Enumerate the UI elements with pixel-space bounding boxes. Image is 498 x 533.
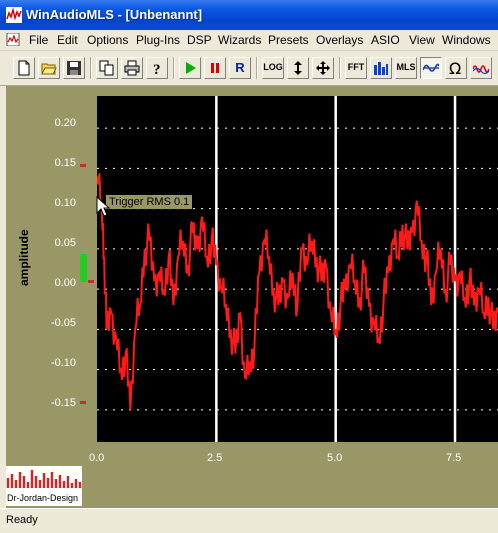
y-tick-label: 0.15 — [54, 157, 76, 169]
toolbar-separator — [256, 57, 258, 79]
help-question-icon: ? — [153, 62, 161, 76]
save-disk-icon — [67, 61, 81, 75]
menu-edit[interactable]: Edit — [57, 33, 78, 47]
menu-view[interactable]: View — [409, 33, 435, 47]
vertical-arrows-icon — [294, 61, 302, 75]
spectrum-button[interactable] — [370, 57, 392, 79]
client-area: amplitude 0.20 0.15 0.10 0.05 0.00 -0.05… — [0, 86, 498, 508]
x-tick-label: 5.0 — [327, 452, 343, 464]
menu-file[interactable]: File — [29, 33, 48, 47]
svg-text:?: ? — [153, 62, 161, 76]
y-tick-label: -0.10 — [50, 357, 76, 369]
y-tick-label: 0.05 — [54, 237, 76, 249]
menu-bar: File Edit Options Plug-Ins DSP Wizards P… — [0, 30, 498, 51]
menu-asio[interactable]: ASIO — [371, 33, 400, 47]
log-button[interactable]: LOG — [262, 57, 284, 79]
status-bar: Ready — [0, 508, 498, 533]
y-tick-label: 0.00 — [54, 277, 76, 289]
title-bar[interactable]: WinAudioMLS - [Unbenannt] — [0, 0, 498, 30]
distortion-button[interactable] — [470, 57, 492, 79]
menu-windows[interactable]: Windows — [442, 33, 491, 47]
y-tick-label: -0.15 — [50, 397, 76, 409]
pause-icon — [211, 63, 219, 73]
x-tick-label: 2.5 — [207, 452, 223, 464]
new-button[interactable] — [13, 57, 35, 79]
new-file-icon — [18, 60, 30, 76]
menu-plugins[interactable]: Plug-Ins — [136, 33, 180, 47]
waveform-icon — [423, 63, 439, 72]
waveform-chart — [93, 96, 498, 442]
window-frame — [0, 86, 6, 508]
menu-presets[interactable]: Presets — [268, 33, 309, 47]
impedance-button[interactable]: Ω — [445, 57, 467, 79]
level-meter — [80, 254, 87, 282]
move-arrows-icon — [316, 61, 330, 75]
copy-icon — [99, 60, 114, 76]
status-text: Ready — [6, 514, 38, 526]
logo-waveform-icon — [6, 470, 82, 488]
menu-dsp[interactable]: DSP — [187, 33, 212, 47]
trigger-marker-lower[interactable] — [80, 401, 86, 404]
fft-button[interactable]: FFT — [345, 57, 367, 79]
y-tick-label: 0.20 — [54, 117, 76, 129]
open-button[interactable] — [38, 57, 60, 79]
toolbar-separator — [90, 57, 92, 79]
trigger-annotation: Trigger RMS 0.1 — [106, 195, 193, 209]
toolbar: ? R LOG FFT MLS Ω — [0, 51, 498, 86]
spectrum-bars-icon — [374, 62, 388, 75]
y-tick-label: 0.10 — [54, 197, 76, 209]
y-tick-label: -0.05 — [50, 317, 76, 329]
menu-overlays[interactable]: Overlays — [316, 33, 363, 47]
menu-options[interactable]: Options — [87, 33, 128, 47]
mouse-cursor-icon — [96, 196, 110, 217]
oscilloscope-plot[interactable] — [93, 96, 498, 442]
trigger-marker-upper[interactable] — [80, 164, 86, 167]
log-label: LOG — [263, 62, 283, 72]
help-button[interactable]: ? — [146, 57, 168, 79]
record-button[interactable]: R — [229, 57, 251, 79]
svg-text:Ω: Ω — [449, 60, 461, 76]
record-label: R — [235, 60, 245, 75]
window-title: WinAudioMLS - [Unbenannt] — [26, 7, 203, 22]
app-icon — [6, 7, 22, 23]
move-button[interactable] — [312, 57, 334, 79]
play-button[interactable] — [179, 57, 201, 79]
oscilloscope-button[interactable] — [420, 57, 442, 79]
zero-marker[interactable] — [88, 280, 94, 283]
save-button[interactable] — [63, 57, 85, 79]
menu-wizards[interactable]: Wizards — [218, 33, 261, 47]
mls-button[interactable]: MLS — [395, 57, 417, 79]
toolbar-separator — [339, 57, 341, 79]
y-axis-label: amplitude — [17, 229, 31, 286]
mls-label: MLS — [396, 62, 416, 72]
open-folder-icon — [41, 63, 57, 75]
logo-text: Dr-Jordan-Design — [7, 493, 79, 503]
pause-button[interactable] — [204, 57, 226, 79]
fft-label: FFT — [347, 62, 365, 72]
copy-button[interactable] — [96, 57, 118, 79]
vertical-zoom-button[interactable] — [287, 57, 309, 79]
x-tick-label: 0.0 — [89, 452, 105, 464]
play-icon — [186, 62, 196, 74]
toolbar-separator — [173, 57, 175, 79]
x-tick-label: 7.5 — [446, 452, 462, 464]
printer-icon — [124, 60, 140, 76]
print-button[interactable] — [121, 57, 143, 79]
omega-icon: Ω — [449, 60, 461, 76]
company-logo: Dr-Jordan-Design — [6, 466, 82, 506]
distortion-wave-icon — [473, 65, 489, 75]
document-icon[interactable] — [6, 33, 20, 46]
